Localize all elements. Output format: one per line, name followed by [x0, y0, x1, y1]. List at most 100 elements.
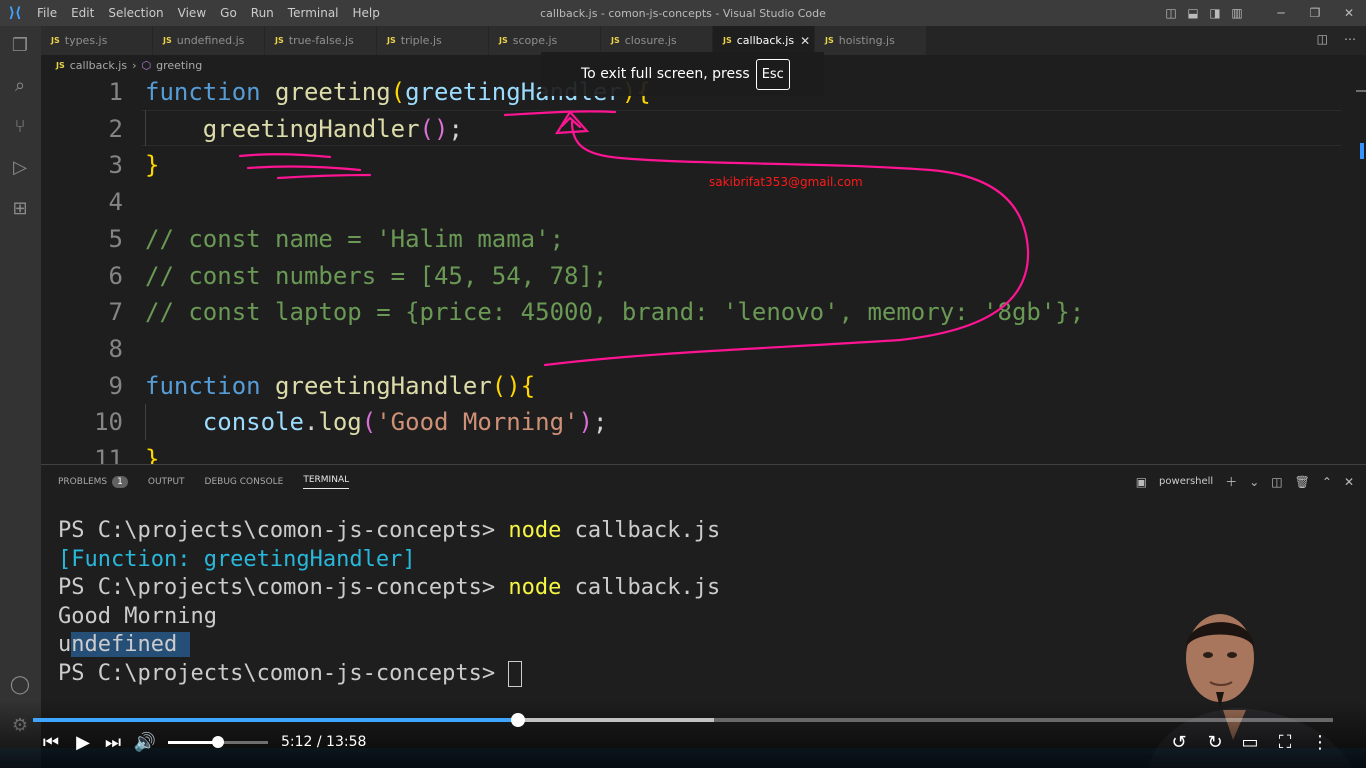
more-actions-icon[interactable]: ⋯ — [1344, 32, 1356, 46]
source-control-icon[interactable]: ⑂ — [8, 115, 32, 139]
breadcrumb: JS callback.js › ⬡ greeting — [56, 56, 202, 74]
terminal-shell-selector[interactable]: powershell — [1159, 476, 1213, 487]
line-number: 2 — [108, 114, 123, 143]
close-tab-icon[interactable]: ✕ — [800, 34, 810, 48]
tab-callback-js[interactable]: JS callback.js ✕ — [713, 26, 815, 55]
volume-thumb[interactable] — [212, 736, 224, 748]
menu-item-file[interactable]: File — [30, 6, 64, 20]
watermark-email: sakibrifat353@gmail.com — [709, 175, 863, 189]
toggle-sidebar-icon[interactable]: ◫ — [1160, 6, 1182, 20]
restore-button[interactable]: ❐ — [1298, 6, 1332, 20]
terminal-output[interactable]: PS C:\projects\comon-js-concepts> node c… — [58, 517, 720, 689]
split-editor-icon[interactable]: ◫ — [1317, 32, 1328, 46]
problems-count-badge: 1 — [112, 476, 128, 488]
fullscreen-exit-icon[interactable]: ⛶ — [1273, 732, 1297, 754]
menu-item-terminal[interactable]: Terminal — [281, 6, 346, 20]
terminal-cursor — [508, 660, 523, 687]
play-icon[interactable]: ▶ — [72, 732, 94, 754]
tab-label: undefined.js — [176, 34, 245, 47]
code-text: greetingHandler(); — [145, 111, 463, 147]
line-number: 9 — [108, 371, 123, 400]
js-file-icon: JS — [499, 36, 508, 45]
next-icon[interactable]: ⏭ — [102, 732, 124, 754]
code-line: 3} — [41, 147, 1341, 183]
line-number: 5 — [108, 224, 123, 253]
menu-item-selection[interactable]: Selection — [101, 6, 170, 20]
code-line: 6 // const numbers = [45, 54, 78]; — [41, 258, 1341, 294]
code-text: } — [145, 441, 159, 464]
editor-tabs: JS types.js JS undefined.js JS true-false.js J… — [41, 26, 1366, 55]
menu-item-help[interactable]: Help — [346, 6, 387, 20]
code-line: 7 // const laptop = {price: 45000, brand:… — [41, 294, 1341, 330]
account-icon[interactable]: ◯ — [8, 673, 32, 697]
js-file-icon: JS — [387, 36, 396, 45]
js-file-icon: JS — [56, 60, 65, 70]
tab-hoisting-js[interactable]: JS hoisting.js — [815, 26, 927, 55]
esc-key-hint: Esc — [755, 58, 790, 90]
volume-fill — [168, 741, 218, 744]
breadcrumb-symbol[interactable]: greeting — [156, 59, 202, 72]
run-debug-icon[interactable]: ▷ — [8, 156, 32, 180]
extensions-icon[interactable]: ⊞ — [8, 197, 32, 221]
tab-types-js[interactable]: JS types.js — [41, 26, 153, 55]
line-number: 6 — [108, 261, 123, 290]
search-icon[interactable]: ⌕ — [8, 74, 32, 98]
close-panel-icon[interactable]: ✕ — [1344, 475, 1354, 489]
terminal-selection: ndefined — [71, 632, 191, 658]
volume-icon[interactable]: 🔊 — [133, 732, 157, 754]
menu-item-go[interactable]: Go — [213, 6, 244, 20]
line-number: 3 — [108, 151, 123, 180]
code-editor[interactable]: 1function greeting(greetingHandler){2 gr… — [41, 74, 1366, 464]
volume-slider[interactable] — [168, 736, 268, 748]
code-token: // const name = 'Halim mama'; — [145, 224, 565, 253]
rewind-10-icon[interactable]: ↺ — [1167, 732, 1191, 754]
tab-output[interactable]: OUTPUT — [148, 477, 185, 487]
terminal-prompt: PS C:\projects\comon-js-concepts> — [58, 518, 509, 543]
scrollbar-thumb[interactable] — [1360, 143, 1364, 159]
video-progress-bar[interactable] — [33, 713, 1333, 727]
window-controls: ◫ ⬓ ◨ ▥ ─ ❐ ✕ — [1160, 0, 1366, 26]
forward-10-icon[interactable]: ↻ — [1203, 732, 1227, 754]
terminal-line: Good Morning — [58, 603, 720, 632]
terminal-args: callback.js — [561, 575, 721, 601]
code-token: } — [145, 445, 160, 464]
tab-closure-js[interactable]: JS closure.js — [601, 26, 713, 55]
chevron-down-icon[interactable]: ⌄ — [1249, 475, 1259, 489]
code-line: 9 function greetingHandler(){ — [41, 368, 1341, 404]
terminal-prompt: PS C:\projects\comon-js-concepts> — [58, 660, 509, 686]
video-progress-thumb[interactable] — [510, 713, 525, 727]
customize-layout-icon[interactable]: ▥ — [1226, 6, 1248, 20]
tab-problems[interactable]: PROBLEMS 1 — [58, 476, 128, 488]
minimize-button[interactable]: ─ — [1264, 6, 1298, 20]
symbol-function-icon: ⬡ — [141, 58, 152, 72]
code-text: // const laptop = {price: 45000, brand: … — [145, 294, 1084, 330]
menu-item-view[interactable]: View — [171, 6, 213, 20]
explorer-icon[interactable]: ❐ — [8, 34, 32, 58]
close-window-button[interactable]: ✕ — [1332, 6, 1366, 20]
video-time: 5:12 / 13:58 — [281, 734, 367, 750]
tab-label: types.js — [64, 34, 108, 47]
tab-scope-js[interactable]: JS scope.js — [489, 26, 601, 55]
tab-debug-console[interactable]: DEBUG CONSOLE — [205, 477, 284, 487]
code-line: 11} — [41, 441, 1341, 464]
menu-item-edit[interactable]: Edit — [64, 6, 101, 20]
code-line: 10 console.log('Good Morning'); — [41, 404, 1341, 440]
tab-undefined-js[interactable]: JS undefined.js — [153, 26, 265, 55]
menu-item-run[interactable]: Run — [244, 6, 281, 20]
tab-true-false-js[interactable]: JS true-false.js — [265, 26, 377, 55]
tab-terminal[interactable]: TERMINAL — [303, 475, 350, 489]
split-terminal-icon[interactable]: ◫ — [1271, 475, 1282, 489]
miniplayer-icon[interactable]: ▭ — [1237, 732, 1263, 754]
trash-icon[interactable]: 🗑 — [1295, 475, 1310, 489]
toggle-secondary-sidebar-icon[interactable]: ◨ — [1204, 6, 1226, 20]
tab-triple-js[interactable]: JS triple.js — [377, 26, 489, 55]
breadcrumb-file[interactable]: callback.js — [70, 59, 127, 72]
new-terminal-icon[interactable]: ＋ — [1225, 473, 1237, 490]
toggle-panel-icon[interactable]: ⬓ — [1182, 6, 1204, 20]
previous-icon[interactable]: ⏮ — [40, 732, 62, 754]
maximize-panel-icon[interactable]: ⌃ — [1322, 475, 1332, 489]
more-options-icon[interactable]: ⋮ — [1308, 732, 1332, 754]
